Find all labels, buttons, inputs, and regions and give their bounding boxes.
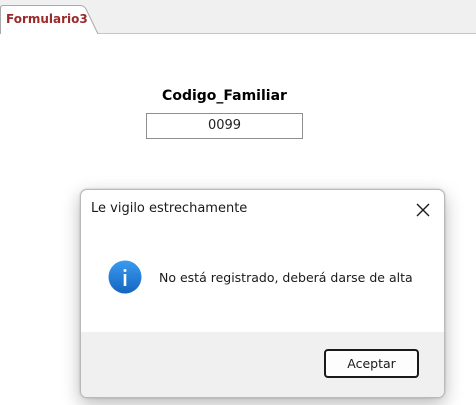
dialog-message: No está registrado, deberá darse de alta bbox=[159, 270, 413, 285]
dialog-footer: Aceptar bbox=[81, 332, 444, 397]
dialog-title: Le vigilo estrechamente bbox=[91, 201, 248, 216]
ok-button-focus-ring bbox=[327, 352, 416, 375]
message-dialog: Le vigilo estrechamente No está registra… bbox=[80, 189, 445, 398]
tab-label: Formulario3 bbox=[6, 12, 88, 26]
tab-bar: Formulario3 bbox=[0, 0, 476, 34]
information-icon bbox=[108, 260, 142, 294]
codigo-familiar-field[interactable]: 0099 bbox=[146, 113, 303, 139]
dialog-body: No está registrado, deberá darse de alta bbox=[81, 230, 444, 332]
codigo-familiar-label: Codigo_Familiar bbox=[162, 88, 287, 104]
ok-button[interactable]: Aceptar bbox=[324, 349, 419, 378]
close-icon[interactable] bbox=[411, 198, 435, 222]
